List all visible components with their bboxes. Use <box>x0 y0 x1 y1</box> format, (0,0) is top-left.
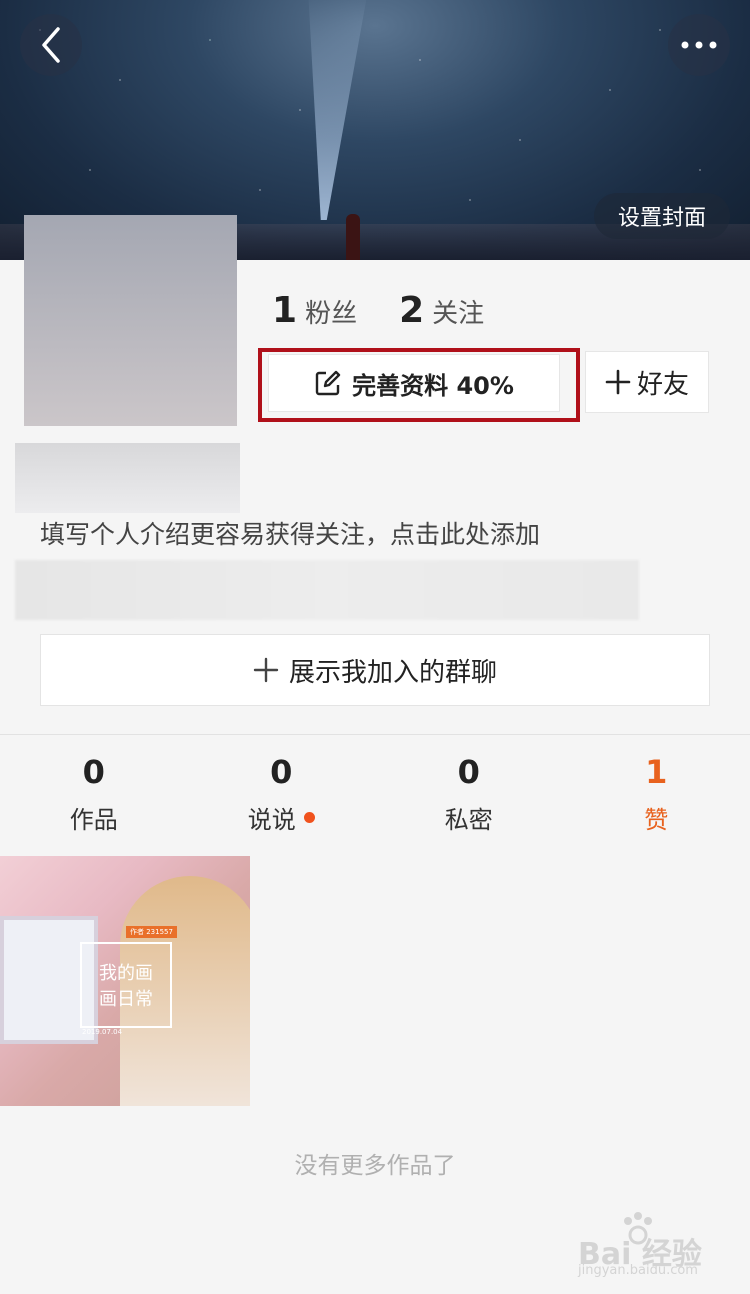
add-friend-button[interactable]: 好友 <box>585 351 709 413</box>
ellipsis-icon <box>681 41 717 49</box>
new-dot-badge <box>303 812 315 823</box>
info-blurred <box>15 560 639 620</box>
thumbnail-title-line1: 我的画 <box>99 963 153 984</box>
work-thumbnail[interactable]: 作者 231557 我的画 画日常 2019.07.04 <box>0 856 250 1106</box>
content-tabs: 0 作品 0 说说 0 私密 1 赞 <box>0 750 750 840</box>
tab-posts[interactable]: 0 说说 <box>188 750 376 840</box>
follow-stats: 1 粉丝 2 关注 <box>272 290 526 331</box>
cover-person <box>346 214 360 260</box>
thumbnail-tag: 作者 231557 <box>126 926 177 938</box>
tab-count: 0 <box>270 753 293 791</box>
tab-count: 1 <box>645 753 668 791</box>
tab-label: 私密 <box>444 806 493 834</box>
edit-icon <box>315 370 341 396</box>
tab-private[interactable]: 0 私密 <box>375 750 563 840</box>
complete-profile-button[interactable]: 完善资料 40% <box>268 354 560 412</box>
set-cover-button[interactable]: 设置封面 <box>594 193 730 239</box>
following-label[interactable]: 关注 <box>432 293 484 330</box>
plus-icon <box>253 657 279 683</box>
show-groups-button[interactable]: 展示我加入的群聊 <box>40 634 710 706</box>
tab-likes[interactable]: 1 赞 <box>563 750 750 840</box>
plus-icon <box>605 369 631 395</box>
tab-label: 赞 <box>644 806 669 834</box>
baidu-jingyan-watermark: Bai 经验 jingyan.baidu.com <box>576 1212 716 1285</box>
thumbnail-title-line2: 画日常 <box>99 989 153 1010</box>
tab-works[interactable]: 0 作品 <box>0 750 188 840</box>
complete-profile-label: 完善资料 40% <box>352 371 514 400</box>
following-count[interactable]: 2 <box>399 290 424 331</box>
back-button[interactable] <box>20 14 82 76</box>
thumbnail-title-frame: 我的画 画日常 <box>80 942 172 1028</box>
username-blurred <box>15 443 240 513</box>
tab-label: 作品 <box>69 806 118 834</box>
chevron-left-icon <box>42 27 60 63</box>
tab-count: 0 <box>457 753 480 791</box>
avatar[interactable] <box>24 215 237 426</box>
tab-label: 说说 <box>247 806 296 834</box>
fans-label[interactable]: 粉丝 <box>305 293 357 330</box>
no-more-works-text: 没有更多作品了 <box>294 1153 456 1179</box>
bio-prompt[interactable]: 填写个人介绍更容易获得关注，点击此处添加 <box>40 515 540 551</box>
section-divider <box>0 734 750 735</box>
tab-count: 0 <box>82 753 105 791</box>
more-options-button[interactable] <box>668 14 730 76</box>
show-groups-label: 展示我加入的群聊 <box>288 657 497 688</box>
add-friend-label: 好友 <box>636 369 689 400</box>
watermark-url: jingyan.baidu.com <box>578 1263 698 1278</box>
thumbnail-date: 2019.07.04 <box>82 1028 123 1036</box>
fans-count[interactable]: 1 <box>272 290 297 331</box>
